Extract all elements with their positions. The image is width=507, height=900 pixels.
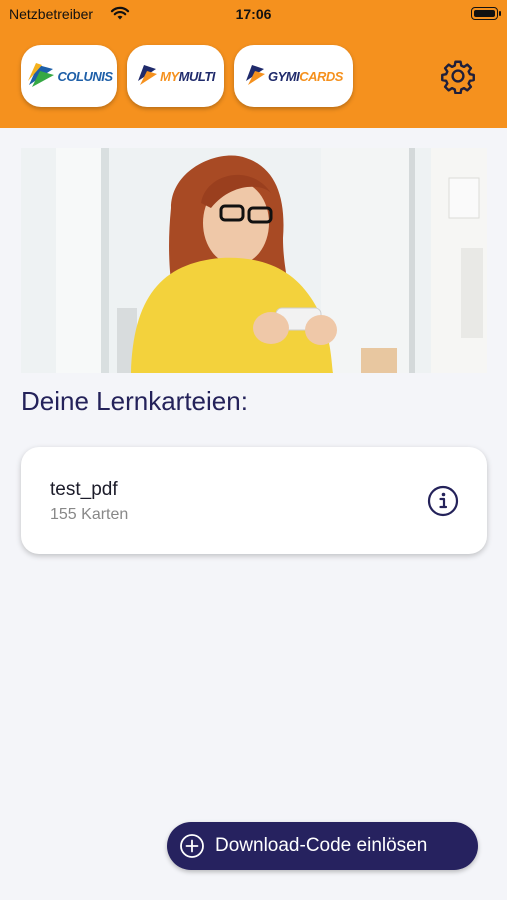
- plus-circle-icon: [180, 834, 204, 858]
- gear-icon[interactable]: [440, 58, 476, 94]
- deck-title: test_pdf: [50, 479, 118, 500]
- header-bar: Netzbetreiber 17:06 COLUNIS MYMULTI GYMI…: [0, 0, 507, 128]
- colunis-logo: COLUNIS: [26, 61, 113, 91]
- gymicards-logo-text: GYMICARDS: [268, 69, 343, 84]
- status-bar: Netzbetreiber 17:06: [0, 0, 507, 28]
- deck-card-count: 155 Karten: [50, 506, 129, 523]
- app-button-colunis[interactable]: COLUNIS: [21, 45, 117, 107]
- app-button-gymicards[interactable]: GYMICARDS: [234, 45, 353, 107]
- deck-card[interactable]: test_pdf 155 Karten: [21, 447, 487, 554]
- gymicards-logo-prefix: GYMI: [268, 68, 300, 84]
- gymicards-logo-icon: [246, 65, 266, 85]
- mymulti-logo-text: MYMULTI: [160, 69, 215, 84]
- mymulti-logo: MYMULTI: [136, 63, 215, 89]
- download-code-button[interactable]: Download-Code einlösen: [167, 822, 478, 870]
- colunis-logo-icon: [27, 63, 54, 87]
- mymulti-logo-icon: [138, 65, 158, 85]
- clock: 17:06: [235, 6, 272, 22]
- app-button-mymulti[interactable]: MYMULTI: [127, 45, 224, 107]
- download-code-label: Download-Code einlösen: [215, 835, 428, 856]
- mymulti-logo-suffix: MULTI: [178, 68, 216, 84]
- colunis-logo-text: COLUNIS: [57, 68, 114, 84]
- hero-illustration: [21, 148, 487, 373]
- gymicards-logo: GYMICARDS: [244, 63, 343, 89]
- section-title: Deine Lernkarteien:: [21, 386, 248, 416]
- mymulti-logo-prefix: MY: [160, 68, 179, 84]
- gymicards-logo-suffix: CARDS: [299, 68, 343, 84]
- battery-icon: [471, 7, 501, 20]
- info-icon[interactable]: [427, 485, 459, 517]
- hero-image: [21, 148, 487, 373]
